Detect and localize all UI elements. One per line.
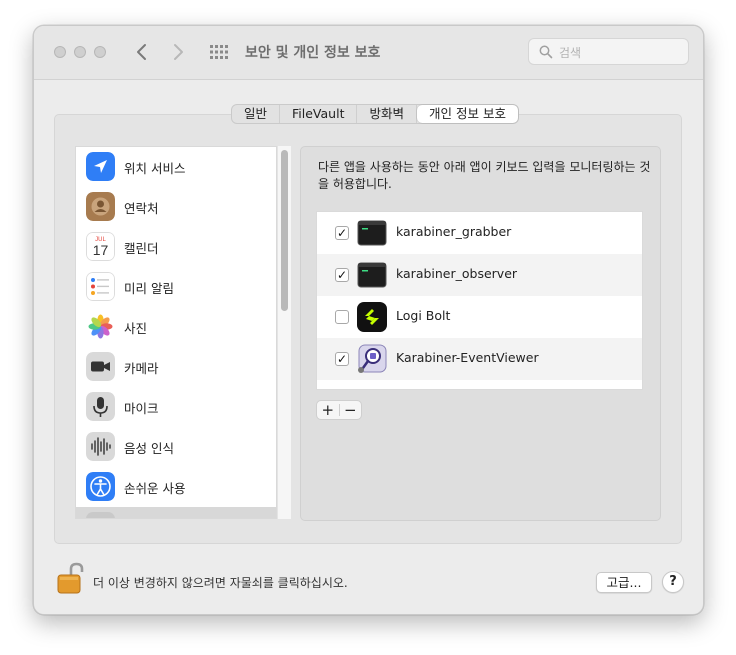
app-checkbox[interactable] [335,310,349,324]
lock-hint-text: 더 이상 변경하지 않으려면 자물쇠를 클릭하십시오. [93,576,348,590]
app-name: Karabiner-EventViewer [396,350,539,365]
contacts-icon [86,192,115,221]
preferences-window: 보안 및 개인 정보 보호 일반 FileVault 방화벽 개인 정보 보호 … [33,25,704,615]
scrollbar-thumb[interactable] [281,150,288,311]
remove-button[interactable]: − [340,401,362,419]
sidebar-item-label: 위치 서비스 [124,161,186,176]
input-monitoring-icon [86,512,115,518]
app-checkbox[interactable]: ✓ [335,226,349,240]
photos-icon [86,312,115,341]
permission-description: 다른 앱을 사용하는 동안 아래 앱이 키보드 입력을 모니터링하는 것을 허용… [318,160,651,191]
sidebar-item-label: 사진 [124,321,148,336]
back-button[interactable] [131,40,153,64]
sidebar-item-accessibility[interactable]: 손쉬운 사용 [76,467,276,507]
search-input[interactable] [557,43,681,63]
app-name: karabiner_grabber [396,224,512,239]
app-name: karabiner_observer [396,266,518,281]
add-button[interactable]: + [317,401,339,419]
speech-recognition-icon [86,432,115,461]
add-remove-control: + − [316,400,362,420]
sidebar-item-location-services[interactable]: 위치 서비스 [76,147,276,187]
sidebar-item-label: 미리 알림 [124,281,174,296]
list-item[interactable]: ✓ karabiner_grabber [317,212,642,254]
camera-icon [86,352,115,381]
privacy-category-list[interactable]: 위치 서비스 연락처 JUL 17 캘린더 미리 알림 사진 카메라 마이크 음… [75,146,277,519]
sidebar-item-label: 음성 인식 [124,441,174,456]
allowed-apps-list[interactable]: ✓ karabiner_grabber ✓ karabiner_observer [316,211,643,390]
accessibility-icon [86,472,115,501]
sidebar-item-camera[interactable]: 카메라 [76,347,276,387]
search-field[interactable] [528,38,689,65]
tab-filevault[interactable]: FileVault [280,105,358,123]
svg-text:17: 17 [93,242,109,258]
sidebar-item-photos[interactable]: 사진 [76,307,276,347]
sidebar-item-microphone[interactable]: 마이크 [76,387,276,427]
tab-general[interactable]: 일반 [232,105,281,123]
list-item[interactable]: Logi Bolt [317,296,642,338]
show-all-button[interactable] [209,44,229,60]
sidebar-item-speech-recognition[interactable]: 음성 인식 [76,427,276,467]
title-bar: 보안 및 개인 정보 보호 [34,26,703,80]
logi-bolt-icon [357,302,387,332]
sidebar-item-calendar[interactable]: JUL 17 캘린더 [76,227,276,267]
app-checkbox[interactable]: ✓ [335,268,349,282]
tab-privacy[interactable]: 개인 정보 보호 [417,105,518,123]
sidebar-item-reminders[interactable]: 미리 알림 [76,267,276,307]
chevron-right-icon [174,44,183,60]
minimize-window-button[interactable] [74,46,86,58]
unlocked-padlock-icon [57,562,84,594]
karabiner-eventviewer-icon [358,344,387,373]
search-icon [539,45,553,59]
advanced-button[interactable]: 고급... [596,572,652,593]
sidebar-item-input-monitoring[interactable] [76,507,276,518]
sidebar-item-label: 캘린더 [124,241,159,256]
close-window-button[interactable] [54,46,66,58]
tab-bar: 일반 FileVault 방화벽 개인 정보 보호 [231,104,519,124]
sidebar-item-label: 손쉬운 사용 [124,481,186,496]
list-item[interactable]: ✓ Karabiner-EventViewer [317,338,642,380]
sidebar-item-label: 카메라 [124,361,159,376]
tab-firewall[interactable]: 방화벽 [357,105,417,123]
location-icon [86,152,115,181]
terminal-icon [357,220,387,246]
grid-icon [210,45,228,59]
zoom-window-button[interactable] [94,46,106,58]
window-title: 보안 및 개인 정보 보호 [245,45,381,61]
sidebar-item-label: 마이크 [124,401,159,416]
reminders-icon [86,272,115,301]
terminal-icon [357,262,387,288]
forward-button[interactable] [167,40,189,64]
help-button[interactable]: ? [662,571,684,593]
lock-button[interactable] [54,561,88,595]
sidebar-item-label: 연락처 [124,201,159,216]
app-checkbox[interactable]: ✓ [335,352,349,366]
sidebar-item-contacts[interactable]: 연락처 [76,187,276,227]
calendar-icon: JUL 17 [86,232,115,261]
chevron-left-icon [137,44,146,60]
microphone-icon [86,392,115,421]
app-name: Logi Bolt [396,308,451,323]
list-item[interactable]: ✓ karabiner_observer [317,254,642,296]
